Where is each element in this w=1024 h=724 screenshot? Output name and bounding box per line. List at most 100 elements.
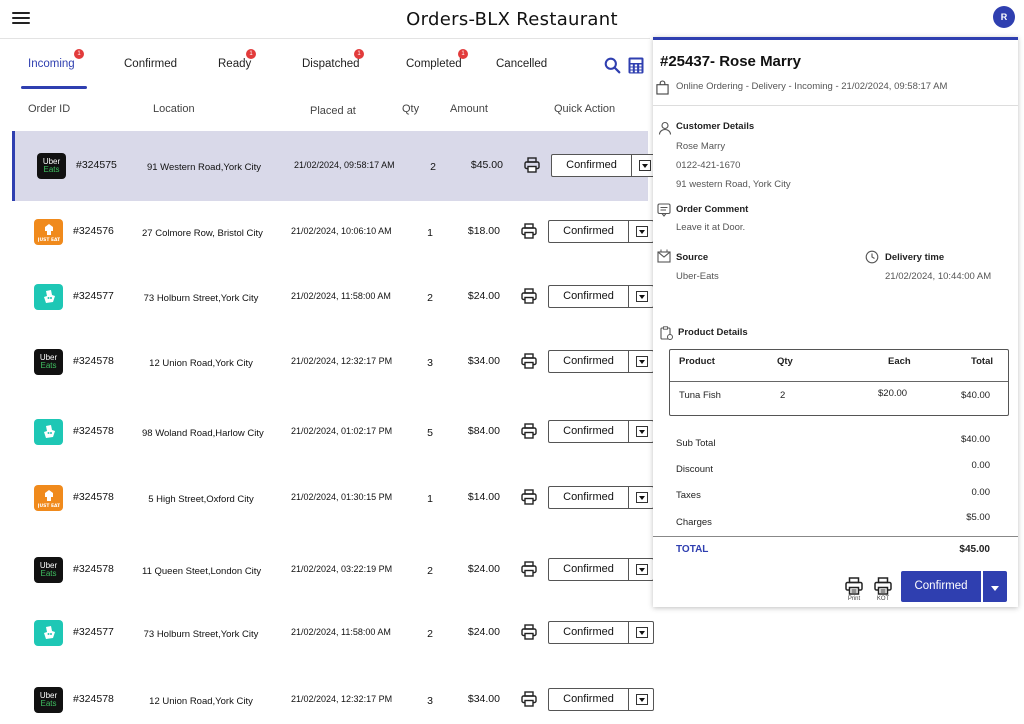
tab-completed[interactable]: Completed <box>406 58 462 70</box>
active-tab-indicator <box>21 86 87 89</box>
avatar[interactable]: R <box>993 6 1015 28</box>
print-icon[interactable] <box>521 288 537 304</box>
delivery-time-label: Delivery time <box>885 252 945 263</box>
chevron-down-icon[interactable] <box>636 226 648 237</box>
quick-action-select[interactable]: Confirmed <box>548 285 654 308</box>
order-row[interactable]: #324578 98 Woland Road,Harlow City 21/02/2… <box>12 397 654 467</box>
total-label: TOTAL <box>676 544 709 555</box>
order-row[interactable]: Uber Eats #324578 12 Union Road,York City 21… <box>12 665 654 724</box>
print-icon[interactable] <box>521 489 537 505</box>
product-table-divider <box>670 381 1008 382</box>
taxes-label: Taxes <box>676 490 701 501</box>
print-caption: Print <box>847 596 861 602</box>
print-icon[interactable] <box>521 624 537 640</box>
subtotal-label: Sub Total <box>676 438 716 449</box>
print-icon[interactable] <box>521 691 537 707</box>
order-row[interactable]: Uber Eats #324578 11 Queen Steet,London Cit… <box>12 535 654 605</box>
person-icon <box>658 121 672 135</box>
order-row[interactable]: JUST EAT #324576 27 Colmore Row, Bristol C… <box>12 197 654 267</box>
order-placed-at: 21/02/2024, 12:32:17 PM <box>291 356 393 366</box>
order-qty: 3 <box>427 695 433 707</box>
chevron-down-icon[interactable] <box>636 426 648 437</box>
order-amount: $24.00 <box>467 626 500 638</box>
quick-action-select[interactable]: Confirmed <box>548 420 654 443</box>
tab-cancelled[interactable]: Cancelled <box>496 58 547 70</box>
source-label: Source <box>676 252 709 263</box>
svg-text:JUST EAT: JUST EAT <box>38 503 60 509</box>
delivery-time-value: 21/02/2024, 10:44:00 AM <box>885 271 992 282</box>
discount-value: 0.00 <box>971 460 991 471</box>
discount-label: Discount <box>676 464 713 475</box>
order-row[interactable]: #324577 73 Holburn Street,York City 21/02/… <box>12 262 654 332</box>
product-details-label: Product Details <box>678 327 748 338</box>
confirm-order-button[interactable]: Confirmed <box>901 571 981 602</box>
order-placed-at: 21/02/2024, 01:30:15 PM <box>291 492 393 502</box>
order-location: 12 Union Road,York City <box>149 358 253 369</box>
chevron-down-icon[interactable] <box>636 694 648 705</box>
quick-action-select[interactable]: Confirmed <box>548 486 654 509</box>
order-comment-label: Order Comment <box>676 204 749 215</box>
tab-dispatched-badge: 1 <box>354 49 364 59</box>
tab-dispatched[interactable]: Dispatched <box>302 58 360 70</box>
order-row[interactable]: Uber Eats #324575 91 Western Road,York City… <box>12 131 657 201</box>
calculator-icon[interactable] <box>628 57 644 74</box>
print-icon[interactable] <box>521 561 537 577</box>
print-icon[interactable] <box>521 423 537 439</box>
print-icon[interactable] <box>845 577 863 595</box>
customer-address: 91 western Road, York City <box>676 179 791 190</box>
column-header-placed-at: Placed at <box>310 105 356 117</box>
chevron-down-icon[interactable] <box>636 564 648 575</box>
order-amount: $24.00 <box>467 290 500 302</box>
tab-confirmed[interactable]: Confirmed <box>124 58 177 70</box>
print-icon[interactable] <box>524 157 540 173</box>
chevron-down-icon[interactable] <box>636 492 648 503</box>
deliveroo-logo <box>34 419 63 445</box>
tab-incoming[interactable]: Incoming <box>28 58 75 70</box>
source-value: Uber-Eats <box>676 271 719 282</box>
kot-icon[interactable] <box>874 577 892 595</box>
print-icon[interactable] <box>521 223 537 239</box>
product-total: $40.00 <box>961 390 991 401</box>
chevron-down-icon[interactable] <box>639 160 651 171</box>
order-id: #324578 <box>73 693 114 705</box>
order-location: 27 Colmore Row, Bristol City <box>142 228 263 239</box>
order-placed-at: 21/02/2024, 03:22:19 PM <box>291 564 393 574</box>
header-divider <box>0 38 650 39</box>
quick-action-label: Confirmed <box>549 689 629 710</box>
column-header-amount: Amount <box>450 103 488 115</box>
comment-icon <box>657 203 671 217</box>
quick-action-select[interactable]: Confirmed <box>548 558 654 581</box>
detail-divider <box>653 105 1018 106</box>
order-amount: $45.00 <box>470 159 503 171</box>
order-qty: 2 <box>427 292 433 304</box>
order-detail-subtitle: Online Ordering - Delivery - Incoming - … <box>676 81 948 92</box>
quick-action-select[interactable]: Confirmed <box>548 350 654 373</box>
order-qty: 1 <box>427 227 433 239</box>
quick-action-select[interactable]: Confirmed <box>548 220 654 243</box>
order-row[interactable]: #324577 73 Holburn Street,York City 21/02/… <box>12 598 654 668</box>
order-location: 73 Holburn Street,York City <box>143 293 259 304</box>
subtotal-value: $40.00 <box>960 434 990 445</box>
deliveroo-logo <box>34 284 63 310</box>
order-location: 73 Holburn Street,York City <box>143 629 259 640</box>
order-row[interactable]: JUST EAT #324578 5 High Street,Oxford City… <box>12 463 654 533</box>
confirm-dropdown-button[interactable] <box>983 571 1007 602</box>
order-id: #324576 <box>73 225 114 237</box>
order-amount: $84.00 <box>467 425 500 437</box>
quick-action-select[interactable]: Confirmed <box>548 621 654 644</box>
source-icon <box>657 249 671 263</box>
quick-action-select[interactable]: Confirmed <box>551 154 657 177</box>
search-icon[interactable] <box>604 57 621 74</box>
chevron-down-icon[interactable] <box>636 627 648 638</box>
quick-action-label: Confirmed <box>549 487 629 508</box>
print-icon[interactable] <box>521 353 537 369</box>
charges-value: $5.00 <box>966 512 990 523</box>
order-row[interactable]: Uber Eats #324578 12 Union Road,York City 21… <box>12 327 654 397</box>
chevron-down-icon[interactable] <box>636 356 648 367</box>
total-column-header: Total <box>971 356 993 367</box>
order-qty: 3 <box>427 357 433 369</box>
chevron-down-icon[interactable] <box>636 291 648 302</box>
quick-action-select[interactable]: Confirmed <box>548 688 654 711</box>
tab-ready[interactable]: Ready <box>218 58 251 70</box>
order-id: #324577 <box>73 626 114 638</box>
